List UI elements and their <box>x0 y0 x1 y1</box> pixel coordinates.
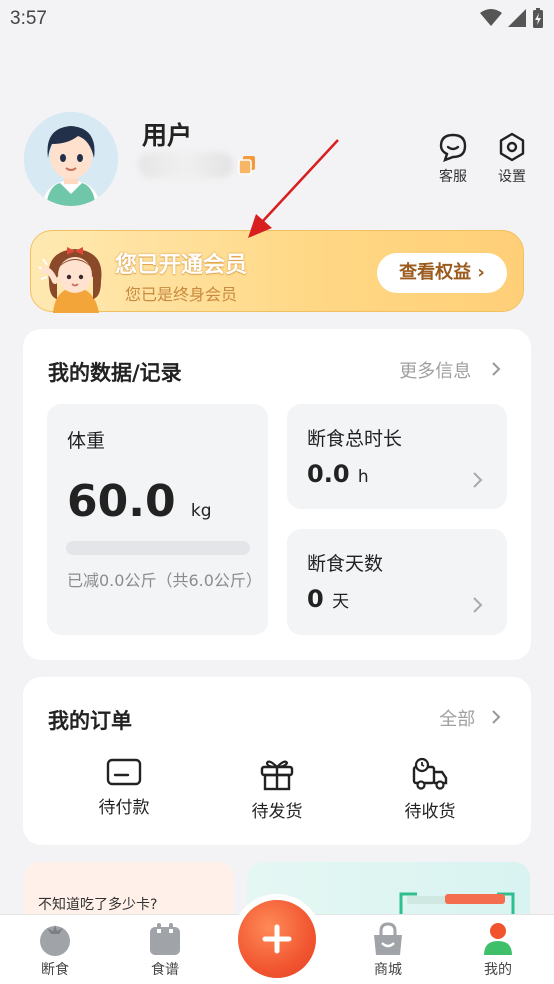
chevron-right-icon <box>492 710 501 724</box>
status-icons <box>480 8 544 28</box>
card-icon <box>106 758 142 786</box>
view-benefits-button[interactable]: 查看权益 › <box>377 253 507 293</box>
tab-fasting-label: 断食 <box>41 962 69 978</box>
all-orders-link[interactable]: 全部 <box>439 705 505 731</box>
settings-button[interactable]: 设置 <box>482 132 542 186</box>
status-time: 3:57 <box>10 8 47 29</box>
tab-mall-label: 商城 <box>374 962 402 978</box>
fasting-total-label: 断食总时长 <box>307 428 403 450</box>
data-records-card: 我的数据/记录 更多信息 体重 60.0 kg 已减0.0公斤（共6.0公斤） … <box>23 329 531 660</box>
copy-icon[interactable] <box>238 155 256 175</box>
tomato-icon <box>40 925 70 956</box>
fasting-days-value: 0 天 <box>307 585 350 613</box>
calorie-promo-banner[interactable]: 不知道吃了多少卡? <box>24 862 234 922</box>
settings-label: 设置 <box>498 169 526 185</box>
orders-card-title: 我的订单 <box>48 709 132 733</box>
battery-icon <box>533 8 543 28</box>
fasting-days-label: 断食天数 <box>307 553 384 575</box>
user-id-blurred <box>138 152 233 178</box>
data-card-title: 我的数据/记录 <box>48 361 182 385</box>
person-icon <box>484 923 512 955</box>
tab-mall[interactable]: 商城 <box>343 921 433 979</box>
fasting-days-tile[interactable]: 断食天数 0 天 <box>287 529 507 635</box>
orders-card: 我的订单 全部 待付款 待发货 待收货 <box>23 677 531 845</box>
customer-service-button[interactable]: 客服 <box>423 132 483 186</box>
fasting-total-value: 0.0 h <box>307 460 369 488</box>
tab-fasting[interactable]: 断食 <box>10 921 100 979</box>
chevron-right-icon <box>473 597 483 613</box>
chat-bubble-icon <box>439 133 467 162</box>
weight-label: 体重 <box>67 430 106 452</box>
vip-banner[interactable]: 您已开通会员 您已是终身会员 查看权益 › <box>30 230 524 313</box>
order-pending-shipment[interactable]: 待发货 <box>227 757 327 822</box>
customer-service-label: 客服 <box>439 169 467 185</box>
delivery-truck-icon <box>412 757 448 790</box>
more-info-link[interactable]: 更多信息 <box>399 357 505 383</box>
weight-value: 60.0 kg <box>67 476 212 527</box>
weight-progress-bar <box>66 541 250 555</box>
order-pending-payment[interactable]: 待付款 <box>74 757 174 818</box>
tab-mine[interactable]: 我的 <box>453 921 543 979</box>
chevron-right-icon <box>473 472 483 488</box>
more-info-label: 更多信息 <box>399 361 472 382</box>
tab-recipes-label: 食谱 <box>151 962 179 978</box>
signal-icon <box>508 9 526 27</box>
all-orders-label: 全部 <box>439 709 476 730</box>
wifi-icon <box>480 9 502 26</box>
girl-mascot-icon <box>38 247 102 313</box>
vip-subtitle: 您已是终身会员 <box>125 285 238 304</box>
weight-tile[interactable]: 体重 60.0 kg 已减0.0公斤（共6.0公斤） <box>47 404 268 635</box>
add-record-button[interactable] <box>238 900 316 978</box>
calorie-promo-text: 不知道吃了多少卡? <box>38 897 158 913</box>
hexagon-gear-icon <box>499 132 525 162</box>
pending-payment-label: 待付款 <box>98 798 150 818</box>
pending-shipment-label: 待发货 <box>251 802 303 822</box>
pending-receipt-label: 待收货 <box>404 802 456 822</box>
order-pending-receipt[interactable]: 待收货 <box>380 757 480 822</box>
chevron-right-icon <box>492 362 501 376</box>
plus-icon <box>262 924 292 954</box>
tab-recipes[interactable]: 食谱 <box>120 921 210 979</box>
gift-icon <box>260 760 294 791</box>
username: 用户 <box>142 121 193 150</box>
tab-mine-label: 我的 <box>484 962 512 978</box>
vip-title: 您已开通会员 <box>115 253 248 278</box>
fasting-total-tile[interactable]: 断食总时长 0.0 h <box>287 404 507 509</box>
recipe-book-icon <box>150 923 180 955</box>
status-bar: 3:57 <box>0 0 554 38</box>
shopping-bag-icon <box>374 922 402 955</box>
weight-note: 已减0.0公斤（共6.0公斤） <box>67 571 262 590</box>
avatar-illustration <box>24 112 118 206</box>
avatar[interactable] <box>24 112 118 206</box>
